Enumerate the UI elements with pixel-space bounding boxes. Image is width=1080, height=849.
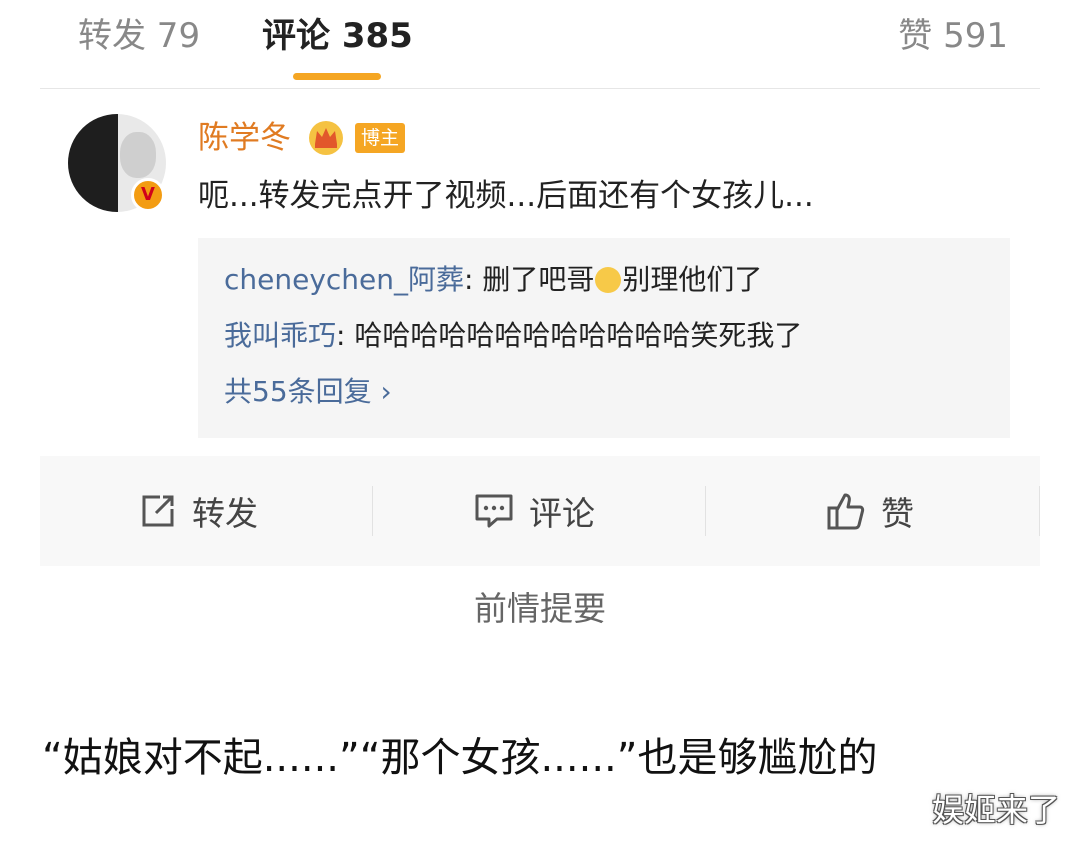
tab-comment[interactable]: 评论 385 bbox=[262, 14, 413, 58]
action-divider bbox=[372, 486, 373, 536]
tab-like[interactable]: 赞 591 bbox=[898, 14, 1008, 58]
verified-v-icon: V bbox=[131, 178, 165, 212]
caption-text: “姑娘对不起......”“那个女孩......”也是够尴尬的 bbox=[42, 735, 878, 781]
like-label: 赞 bbox=[881, 494, 914, 533]
active-tab-indicator bbox=[293, 73, 381, 80]
reply-item[interactable]: cheneychen_阿葬: 删了吧哥 别理他们了 bbox=[224, 260, 762, 300]
sad-face-icon bbox=[595, 267, 622, 293]
comment-username[interactable]: 陈学冬 bbox=[198, 116, 291, 160]
tabs-divider bbox=[40, 88, 1040, 89]
comment-button[interactable]: 评论 bbox=[473, 486, 595, 536]
repost-button[interactable]: 转发 bbox=[138, 486, 258, 536]
comment-text: 呃...转发完点开了视频...后面还有个女孩儿... bbox=[198, 178, 814, 214]
reply-text: 哈哈哈哈哈哈哈哈哈哈哈哈笑死我了 bbox=[354, 319, 803, 352]
repost-label: 转发 bbox=[192, 494, 258, 533]
reply-item[interactable]: 我叫乖巧: 哈哈哈哈哈哈哈哈哈哈哈哈笑死我了 bbox=[224, 316, 802, 356]
reply-thread[interactable]: cheneychen_阿葬: 删了吧哥 别理他们了 我叫乖巧: 哈哈哈哈哈哈哈哈哈… bbox=[198, 238, 1010, 438]
thumbs-up-icon bbox=[827, 493, 865, 530]
reply-text: 别理他们了 bbox=[622, 263, 763, 296]
comment-label: 评论 bbox=[529, 494, 595, 533]
summary-heading: 前情提要 bbox=[474, 589, 606, 628]
reply-username[interactable]: 我叫乖巧 bbox=[224, 319, 336, 352]
reply-username[interactable]: cheneychen_阿葬 bbox=[224, 263, 464, 296]
crown-icon bbox=[309, 121, 343, 155]
action-bar: 转发 评论 赞 bbox=[40, 456, 1040, 566]
like-button[interactable]: 赞 bbox=[825, 486, 914, 536]
reply-text: 删了吧哥 bbox=[482, 263, 595, 296]
watermark: 娱姬来了 bbox=[931, 791, 1060, 829]
share-icon bbox=[142, 495, 174, 527]
comment-icon bbox=[475, 494, 513, 528]
comment-tabs: 转发 79 评论 385 赞 591 bbox=[0, 0, 1080, 90]
blogger-badge: 博主 bbox=[355, 123, 405, 153]
view-all-replies-link[interactable]: 共55条回复 › bbox=[224, 372, 392, 412]
action-divider bbox=[705, 486, 706, 536]
action-divider bbox=[1039, 486, 1040, 536]
tab-repost[interactable]: 转发 79 bbox=[78, 14, 200, 58]
